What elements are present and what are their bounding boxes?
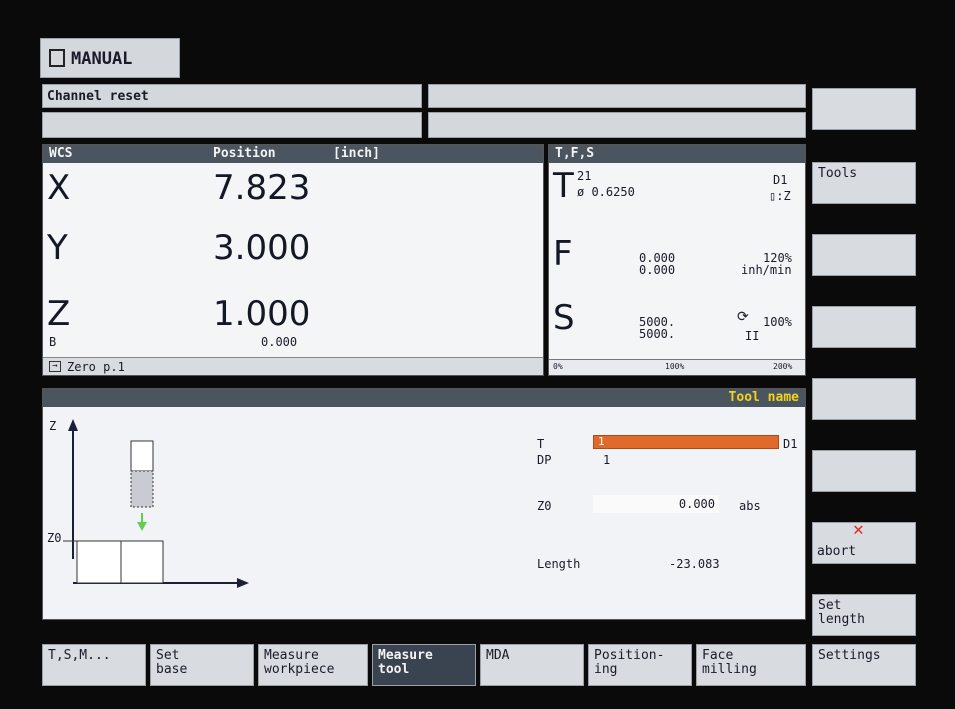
feed-value-2: 0.000 bbox=[639, 263, 676, 277]
status-message: Channel reset bbox=[47, 89, 149, 104]
softkey-tools-label: Tools bbox=[818, 166, 858, 181]
wcs-label: WCS bbox=[49, 146, 73, 161]
softkey-right-1[interactable] bbox=[812, 88, 916, 130]
softkey-measure-tool-label: Measure tool bbox=[378, 648, 433, 677]
status-line-right bbox=[428, 84, 806, 108]
scale-200: 200% bbox=[773, 362, 793, 371]
tool-number: 21 bbox=[577, 169, 592, 183]
softkey-measure-workpiece-label: Measure workpiece bbox=[264, 648, 335, 677]
softkey-settings[interactable]: Settings bbox=[812, 644, 916, 686]
feed-unit: inh/min bbox=[741, 263, 792, 277]
softkey-measure-tool[interactable]: Measure tool bbox=[372, 644, 476, 686]
softkey-tsm-label: T,S,M... bbox=[48, 648, 111, 663]
softkey-right-6[interactable] bbox=[812, 450, 916, 492]
axis-y-name: Y bbox=[47, 228, 68, 268]
measure-panel: Tool name Z Z0 T 1 D1 DP 1 Z0 0.000 abs … bbox=[42, 388, 806, 620]
axis-y-value: 3.000 bbox=[213, 228, 311, 268]
z0-value: 0.000 bbox=[678, 497, 715, 511]
tool-plane: ▯:Z bbox=[769, 189, 791, 203]
spindle-gear: II bbox=[745, 329, 760, 343]
measure-header: Tool name bbox=[43, 389, 805, 407]
axis-z-value: 1.000 bbox=[213, 294, 311, 334]
softkey-set-base[interactable]: Set base bbox=[150, 644, 254, 686]
abort-x-icon: ✕ bbox=[853, 519, 864, 540]
softkey-settings-label: Settings bbox=[818, 648, 881, 663]
set-length-button[interactable]: Set length bbox=[812, 594, 916, 636]
tfs-header: T,F,S bbox=[549, 145, 805, 163]
tool-name-title: Tool name bbox=[728, 390, 799, 405]
spindle-override: 100% bbox=[763, 315, 792, 329]
mode-label: MANUAL bbox=[71, 49, 133, 69]
tool-d-label: D1 bbox=[783, 437, 798, 451]
status-line-2 bbox=[42, 112, 422, 138]
zero-point-icon: → bbox=[49, 361, 61, 372]
tool-name-input[interactable]: 1 bbox=[593, 435, 779, 449]
tool-t-label: T bbox=[537, 437, 545, 451]
abort-button[interactable]: ✕ abort bbox=[812, 519, 916, 564]
softkey-mda[interactable]: MDA bbox=[480, 644, 584, 686]
tool-letter: T bbox=[553, 166, 574, 206]
tool-name-value: 1 bbox=[598, 435, 605, 448]
graphic-z0-label: Z0 bbox=[47, 531, 62, 545]
scale-100: 100% bbox=[665, 362, 685, 371]
spindle-direction-icon: ⟳ bbox=[737, 309, 749, 325]
tool-edge: D1 bbox=[773, 173, 788, 187]
scale-0: 0% bbox=[553, 362, 563, 371]
axis-x-name: X bbox=[47, 168, 71, 208]
tool-diameter: ø 0.6250 bbox=[577, 185, 635, 199]
axis-z-name: Z bbox=[47, 294, 71, 334]
spindle-letter: S bbox=[553, 298, 575, 338]
zero-point-row: → Zero p.1 bbox=[43, 357, 543, 375]
axis-x-value: 7.823 bbox=[213, 168, 311, 208]
axis-b-label: B bbox=[49, 335, 57, 349]
z0-input[interactable]: 0.000 bbox=[593, 495, 719, 513]
dp-value: 1 bbox=[603, 453, 611, 467]
zero-point-label: Zero p.1 bbox=[67, 360, 125, 374]
softkey-face-milling[interactable]: Face milling bbox=[696, 644, 806, 686]
abort-label: abort bbox=[817, 544, 857, 559]
z0-mode: abs bbox=[739, 499, 761, 513]
dp-label: DP bbox=[537, 453, 552, 467]
softkey-right-3[interactable] bbox=[812, 234, 916, 276]
position-label: Position bbox=[213, 146, 276, 161]
status-line: Channel reset bbox=[42, 84, 422, 108]
softkey-measure-workpiece[interactable]: Measure workpiece bbox=[258, 644, 368, 686]
position-panel: WCS Position [inch] X 7.823 Y 3.000 Z 1.… bbox=[42, 144, 544, 376]
tool-measure-graphic bbox=[63, 419, 249, 588]
feed-letter: F bbox=[553, 234, 573, 274]
softkey-mda-label: MDA bbox=[486, 648, 510, 663]
z0-label: Z0 bbox=[537, 499, 552, 513]
status-line-2-right bbox=[428, 112, 806, 138]
softkey-set-base-label: Set base bbox=[156, 648, 188, 677]
length-label: Length bbox=[537, 557, 581, 571]
softkey-right-5[interactable] bbox=[812, 378, 916, 420]
manual-mode-icon bbox=[49, 49, 65, 67]
override-scale: 0% 100% 200% bbox=[549, 359, 805, 375]
softkey-tools[interactable]: Tools bbox=[812, 162, 916, 204]
tfs-title: T,F,S bbox=[555, 146, 595, 161]
axis-b-value: 0.000 bbox=[261, 335, 298, 349]
position-header: WCS Position [inch] bbox=[43, 145, 543, 163]
mode-tab: MANUAL bbox=[40, 38, 180, 78]
softkey-right-4[interactable] bbox=[812, 306, 916, 348]
unit-label: [inch] bbox=[333, 146, 380, 161]
softkey-positioning-label: Position- ing bbox=[594, 648, 665, 677]
softkey-face-milling-label: Face milling bbox=[702, 648, 757, 677]
spindle-value-2: 5000. bbox=[639, 327, 676, 341]
softkey-tsm[interactable]: T,S,M... bbox=[42, 644, 146, 686]
tfs-panel: T,F,S T 21 ø 0.6250 D1 ▯:Z F 0.000 0.000… bbox=[548, 144, 806, 376]
softkey-positioning[interactable]: Position- ing bbox=[588, 644, 692, 686]
set-length-label: Set length bbox=[818, 598, 865, 627]
length-value: -23.083 bbox=[669, 557, 720, 571]
